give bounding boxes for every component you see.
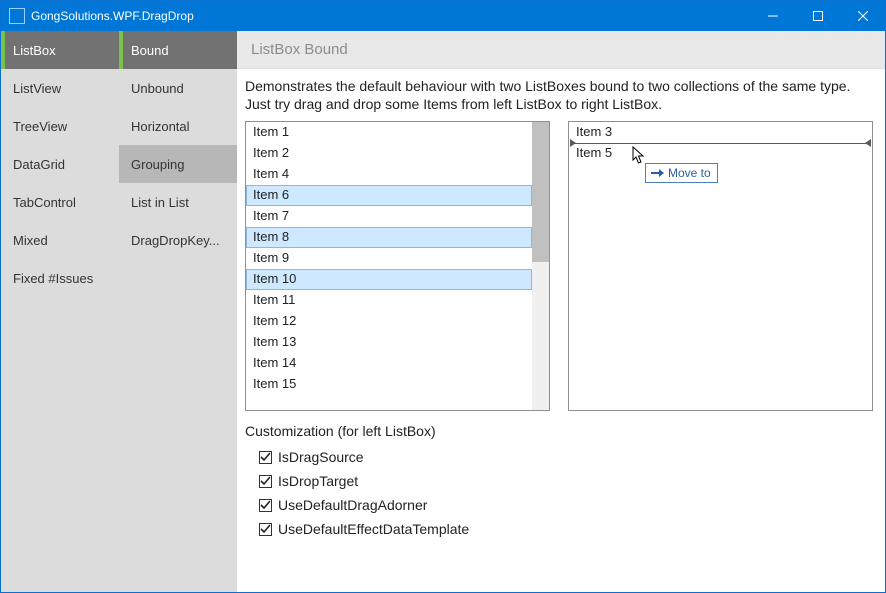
app-window: GongSolutions.WPF.DragDrop ListBoxListVi… xyxy=(0,0,886,593)
checkbox-label: UseDefaultEffectDataTemplate xyxy=(278,521,469,537)
checkbox[interactable] xyxy=(259,475,272,488)
maximize-button[interactable] xyxy=(795,1,840,31)
list-item[interactable]: Item 4 xyxy=(246,164,532,185)
list-item[interactable]: Item 7 xyxy=(246,206,532,227)
list-item[interactable]: Item 12 xyxy=(246,311,532,332)
list-item[interactable]: Item 13 xyxy=(246,332,532,353)
primary-nav-item[interactable]: TreeView xyxy=(1,107,119,145)
primary-nav: ListBoxListViewTreeViewDataGridTabContro… xyxy=(1,31,119,592)
arrow-right-icon xyxy=(650,168,664,178)
secondary-nav: BoundUnboundHorizontalGroupingList in Li… xyxy=(119,31,237,592)
checkbox-row[interactable]: UseDefaultDragAdorner xyxy=(245,493,873,517)
checkbox-row[interactable]: IsDropTarget xyxy=(245,469,873,493)
adorner-label: Move to xyxy=(668,166,711,180)
primary-nav-item[interactable]: Mixed xyxy=(1,221,119,259)
list-item[interactable]: Item 11 xyxy=(246,290,532,311)
customization-caption: Customization (for left ListBox) xyxy=(245,423,873,439)
checkbox-row[interactable]: UseDefaultEffectDataTemplate xyxy=(245,517,873,541)
checkbox-row[interactable]: IsDragSource xyxy=(245,445,873,469)
list-item[interactable]: Item 15 xyxy=(246,374,532,395)
list-item[interactable]: Item 10 xyxy=(246,269,532,290)
checkbox[interactable] xyxy=(259,451,272,464)
secondary-nav-item[interactable]: Unbound xyxy=(119,69,237,107)
minimize-button[interactable] xyxy=(750,1,795,31)
primary-nav-item[interactable]: ListView xyxy=(1,69,119,107)
primary-nav-item[interactable]: Fixed #Issues xyxy=(1,259,119,297)
close-button[interactable] xyxy=(840,1,885,31)
checkbox-label: IsDropTarget xyxy=(278,473,358,489)
list-item[interactable]: Item 8 xyxy=(246,227,532,248)
secondary-nav-item[interactable]: Grouping xyxy=(119,145,237,183)
right-listbox[interactable]: Item 3Item 5 Move to xyxy=(568,121,873,411)
list-item[interactable]: Item 5 xyxy=(569,143,872,164)
list-item[interactable]: Item 9 xyxy=(246,248,532,269)
list-item[interactable]: Item 6 xyxy=(246,185,532,206)
title-bar[interactable]: GongSolutions.WPF.DragDrop xyxy=(1,1,885,31)
content-area: ListBox Bound Demonstrates the default b… xyxy=(237,31,885,592)
list-item[interactable]: Item 14 xyxy=(246,353,532,374)
list-item[interactable]: Item 2 xyxy=(246,143,532,164)
breadcrumb: ListBox Bound xyxy=(237,31,885,69)
scrollbar-thumb[interactable] xyxy=(532,122,549,262)
window-title: GongSolutions.WPF.DragDrop xyxy=(31,9,194,23)
drag-effect-adorner: Move to xyxy=(645,163,718,183)
drop-insertion-line xyxy=(570,142,871,145)
primary-nav-item[interactable]: DataGrid xyxy=(1,145,119,183)
list-item[interactable]: Item 3 xyxy=(569,122,872,143)
checkbox[interactable] xyxy=(259,499,272,512)
checkbox[interactable] xyxy=(259,523,272,536)
secondary-nav-item[interactable]: Bound xyxy=(119,31,237,69)
scrollbar[interactable] xyxy=(532,122,549,410)
left-listbox[interactable]: Item 1Item 2Item 4Item 6Item 7Item 8Item… xyxy=(245,121,550,411)
checkbox-label: IsDragSource xyxy=(278,449,364,465)
secondary-nav-item[interactable]: DragDropKey... xyxy=(119,221,237,259)
secondary-nav-item[interactable]: Horizontal xyxy=(119,107,237,145)
app-icon xyxy=(9,8,25,24)
customization-panel: Customization (for left ListBox) IsDragS… xyxy=(245,423,873,541)
list-item[interactable]: Item 1 xyxy=(246,122,532,143)
description-text: Demonstrates the default behaviour with … xyxy=(245,77,873,113)
checkbox-label: UseDefaultDragAdorner xyxy=(278,497,427,513)
secondary-nav-item[interactable]: List in List xyxy=(119,183,237,221)
primary-nav-item[interactable]: ListBox xyxy=(1,31,119,69)
primary-nav-item[interactable]: TabControl xyxy=(1,183,119,221)
